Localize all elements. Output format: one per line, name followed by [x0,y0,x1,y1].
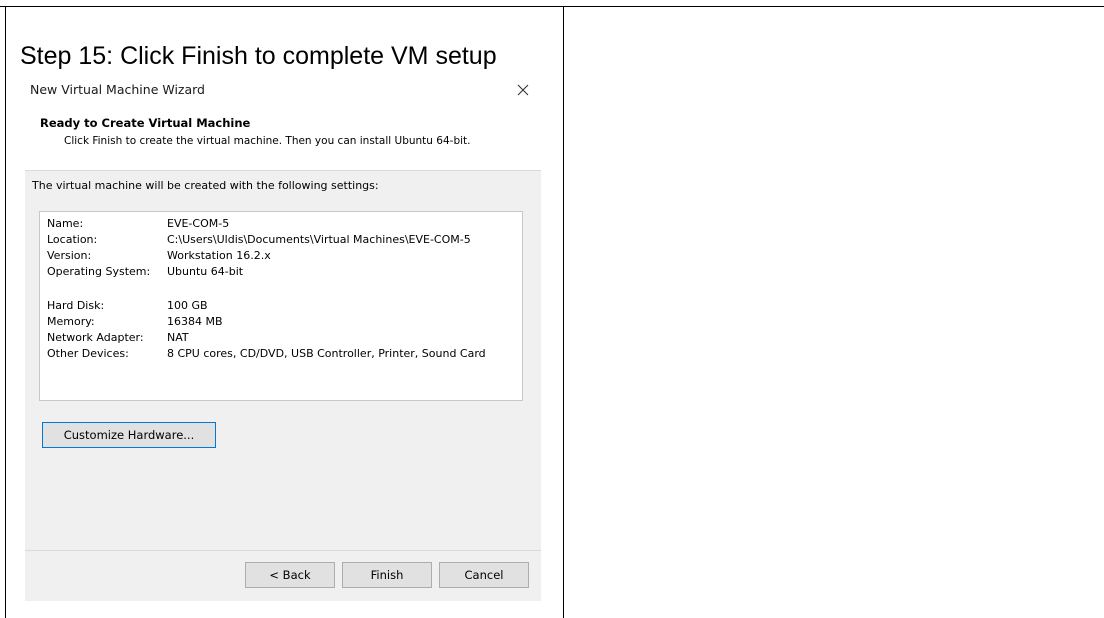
summary-value: 8 CPU cores, CD/DVD, USB Controller, Pri… [167,347,486,360]
customize-hardware-button[interactable]: Customize Hardware... [42,422,216,448]
new-vm-wizard-dialog: New Virtual Machine Wizard Ready to Crea… [25,76,541,601]
close-button[interactable] [511,78,535,102]
summary-value: EVE-COM-5 [167,217,230,230]
summary-value: 100 GB [167,299,208,312]
summary-label: Operating System: [47,265,151,278]
summary-value: 16384 MB [167,315,223,328]
summary-label: Network Adapter: [47,331,144,344]
cancel-button[interactable]: Cancel [439,562,529,588]
frame-left-border [5,6,6,618]
summary-label: Version: [47,249,92,262]
summary-label: Other Devices: [47,347,129,360]
finish-button[interactable]: Finish [342,562,432,588]
summary-label: Name: [47,217,84,230]
summary-value: NAT [167,331,189,344]
wizard-header: Ready to Create Virtual Machine Click Fi… [25,104,541,170]
intro-text: The virtual machine will be created with… [32,179,379,192]
frame-top-border [0,6,1104,7]
step-heading: Step 15: Click Finish to complete VM set… [20,42,497,70]
summary-label: Location: [47,233,98,246]
frame-divider [563,6,564,618]
back-button[interactable]: < Back [245,562,335,588]
summary-value: C:\Users\Uldis\Documents\Virtual Machine… [167,233,471,246]
summary-value: Workstation 16.2.x [167,249,271,262]
title-bar: New Virtual Machine Wizard [25,76,541,104]
dialog-title: New Virtual Machine Wizard [30,82,205,97]
header-title: Ready to Create Virtual Machine [40,116,251,130]
settings-summary: Name: EVE-COM-5 Location: C:\Users\Uldis… [39,211,523,401]
header-description: Click Finish to create the virtual machi… [64,135,471,147]
summary-label: Memory: [47,315,95,328]
summary-label: Hard Disk: [47,299,105,312]
close-icon [517,84,529,96]
wizard-body: The virtual machine will be created with… [25,170,541,551]
wizard-footer: < Back Finish Cancel [25,550,541,601]
summary-value: Ubuntu 64-bit [167,265,244,278]
